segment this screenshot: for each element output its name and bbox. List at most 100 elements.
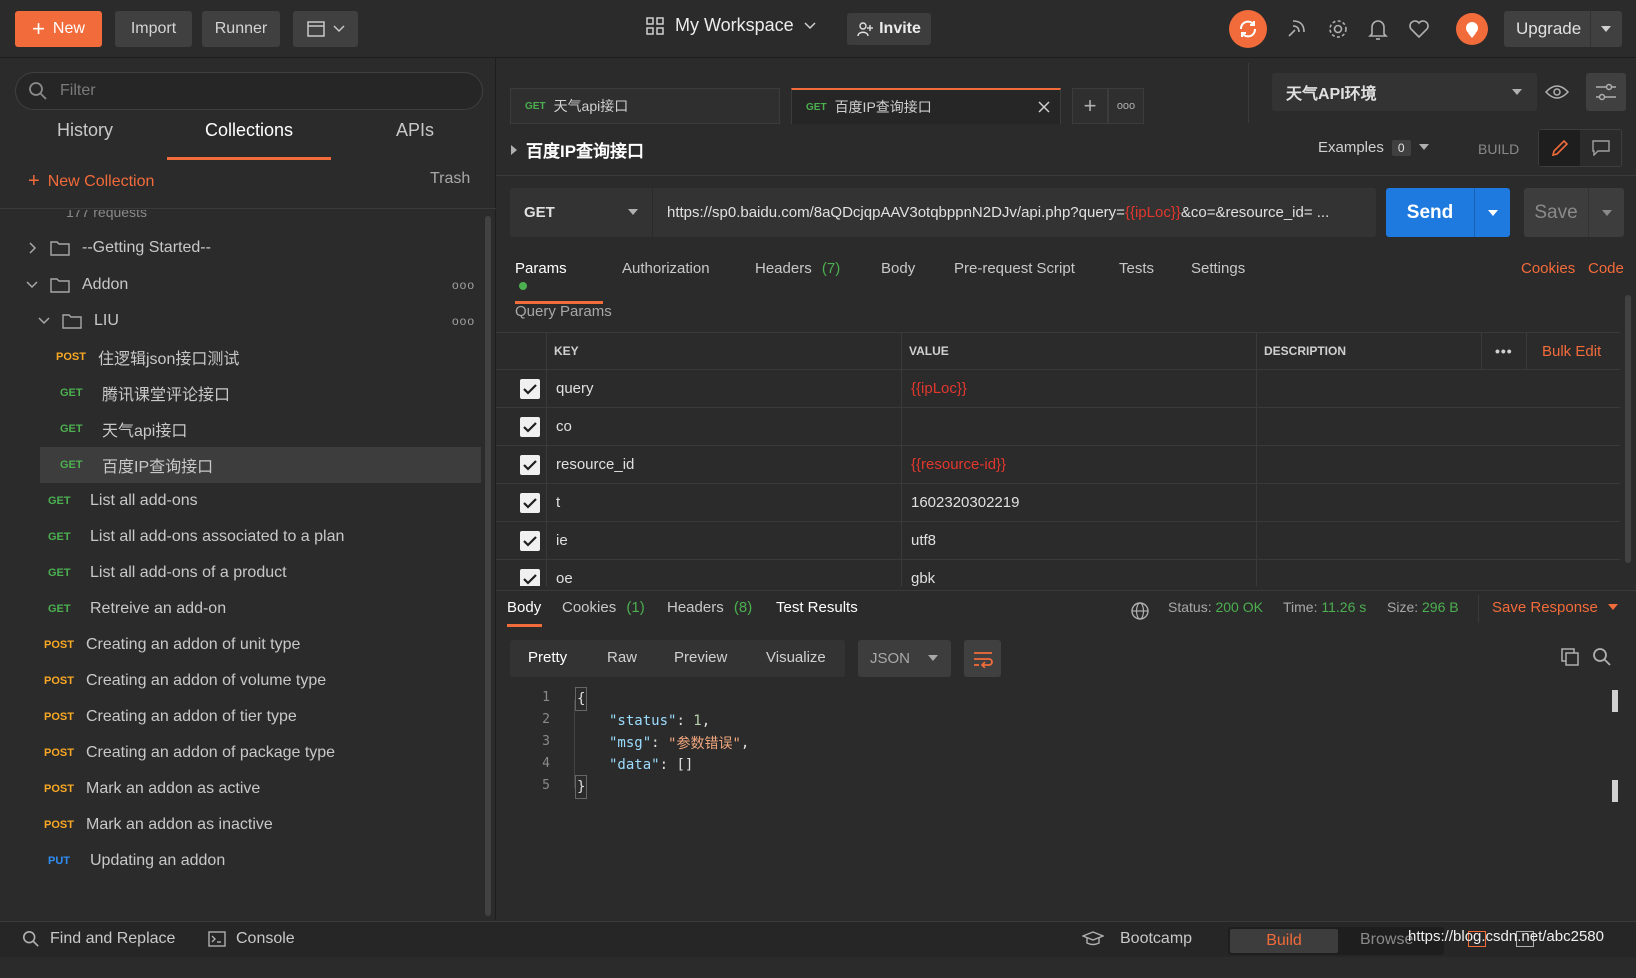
- format-visualize[interactable]: Visualize: [766, 649, 826, 666]
- send-button[interactable]: Send: [1386, 188, 1510, 237]
- method-select[interactable]: GET: [510, 188, 653, 237]
- param-key[interactable]: co: [556, 408, 572, 445]
- tab-authorization[interactable]: Authorization: [622, 260, 710, 277]
- save-button[interactable]: Save: [1524, 188, 1624, 237]
- tab-tests[interactable]: Tests: [1119, 260, 1154, 277]
- format-raw[interactable]: Raw: [607, 649, 637, 666]
- request-item[interactable]: POST Creating an addon of volume type: [0, 663, 482, 699]
- tab-response-body[interactable]: Body: [507, 599, 543, 627]
- upgrade-button[interactable]: Upgrade: [1504, 11, 1622, 47]
- workspace-switcher[interactable]: My Workspace: [645, 15, 816, 36]
- format-pretty[interactable]: Pretty: [528, 649, 567, 666]
- request-item[interactable]: POST Mark an addon as inactive: [0, 807, 482, 843]
- request-tab-active[interactable]: GET 百度IP查询接口: [791, 88, 1061, 124]
- interceptor-button[interactable]: [1284, 17, 1308, 41]
- tab-collections[interactable]: Collections: [167, 120, 331, 160]
- code-link[interactable]: Code: [1588, 260, 1624, 277]
- param-checkbox[interactable]: [520, 560, 540, 586]
- param-checkbox[interactable]: [520, 446, 540, 483]
- request-item[interactable]: POST Mark an addon as active: [0, 771, 482, 807]
- new-window-button[interactable]: [293, 11, 358, 47]
- request-item[interactable]: GET Retreive an add-on: [0, 591, 482, 627]
- filter-input[interactable]: Filter: [15, 72, 483, 110]
- param-key[interactable]: query: [556, 370, 594, 407]
- request-item[interactable]: GET List all add-ons: [0, 483, 482, 519]
- tab-apis[interactable]: APIs: [360, 120, 470, 160]
- more-icon[interactable]: ooo: [452, 278, 475, 292]
- wrap-lines-button[interactable]: [964, 640, 1001, 677]
- comments-button[interactable]: [1580, 130, 1621, 166]
- tab-options-button[interactable]: ooo: [1108, 88, 1144, 124]
- settings-button[interactable]: [1326, 17, 1350, 41]
- url-input[interactable]: https://sp0.baidu.com/8aQDcjqpAAV3otqbpp…: [653, 204, 1363, 221]
- cookies-link[interactable]: Cookies: [1521, 260, 1575, 277]
- request-tab[interactable]: GET 天气api接口: [510, 88, 780, 124]
- request-item[interactable]: GET 天气api接口: [0, 411, 482, 447]
- request-item[interactable]: POST Creating an addon of tier type: [0, 699, 482, 735]
- sidebar-scrollbar[interactable]: [485, 216, 491, 916]
- tab-body[interactable]: Body: [881, 260, 915, 277]
- examples-dropdown[interactable]: Examples 0: [1318, 139, 1429, 156]
- param-value[interactable]: gbk: [911, 560, 935, 586]
- favorites-button[interactable]: [1407, 17, 1431, 41]
- format-preview[interactable]: Preview: [674, 649, 727, 666]
- param-checkbox[interactable]: [520, 408, 540, 445]
- new-collection-button[interactable]: + New Collection: [28, 170, 154, 193]
- request-item[interactable]: GET 腾讯课堂评论接口: [0, 375, 482, 411]
- bulk-edit-link[interactable]: Bulk Edit: [1542, 333, 1601, 369]
- find-replace-button[interactable]: Find and Replace: [22, 930, 175, 948]
- tab-params[interactable]: Params: [515, 260, 603, 304]
- close-icon[interactable]: [1038, 101, 1050, 113]
- avatar[interactable]: [1456, 13, 1488, 45]
- trash-link[interactable]: Trash: [430, 170, 470, 188]
- tab-history[interactable]: History: [30, 120, 140, 160]
- request-item-selected[interactable]: GET 百度IP查询接口: [40, 447, 481, 483]
- param-checkbox[interactable]: [520, 522, 540, 559]
- invite-button[interactable]: Invite: [847, 13, 931, 45]
- browse-mode-button[interactable]: Browse: [1360, 931, 1413, 949]
- param-key[interactable]: oe: [556, 560, 573, 586]
- folder-getting-started[interactable]: --Getting Started--: [0, 230, 482, 266]
- build-mode-button[interactable]: Build: [1230, 929, 1338, 953]
- tab-settings[interactable]: Settings: [1191, 260, 1245, 277]
- param-key[interactable]: resource_id: [556, 446, 634, 483]
- request-item[interactable]: POST 住逻辑json接口测试: [0, 339, 482, 375]
- import-button[interactable]: Import: [115, 11, 192, 47]
- console-button[interactable]: Console: [208, 930, 295, 948]
- chevron-down-icon[interactable]: [1600, 25, 1612, 33]
- response-scrollbar[interactable]: [1612, 690, 1618, 712]
- manage-environments-button[interactable]: [1586, 73, 1626, 111]
- save-response-button[interactable]: Save Response: [1492, 599, 1618, 616]
- runner-button[interactable]: Runner: [202, 11, 280, 47]
- request-item[interactable]: POST Creating an addon of unit type: [0, 627, 482, 663]
- tab-test-results[interactable]: Test Results: [776, 599, 858, 616]
- environment-select[interactable]: 天气API环境: [1272, 73, 1537, 111]
- param-value[interactable]: 1602320302219: [911, 484, 1019, 521]
- folder-liu[interactable]: LIU ooo: [0, 303, 482, 339]
- request-item[interactable]: GET List all add-ons associated to a pla…: [0, 519, 482, 555]
- tab-response-headers[interactable]: Headers (8): [667, 599, 752, 616]
- more-icon[interactable]: ooo: [452, 314, 475, 328]
- globe-icon[interactable]: [1130, 601, 1150, 621]
- tab-headers[interactable]: Headers (7): [755, 260, 840, 277]
- edit-mode-button[interactable]: [1539, 130, 1580, 166]
- param-value[interactable]: {{resource-id}}: [911, 446, 1006, 483]
- request-title[interactable]: 百度IP查询接口: [510, 137, 644, 162]
- tab-response-cookies[interactable]: Cookies (1): [562, 599, 645, 616]
- param-key[interactable]: t: [556, 484, 560, 521]
- tab-prerequest-script[interactable]: Pre-request Script: [954, 260, 1075, 277]
- param-key[interactable]: ie: [556, 522, 568, 559]
- notifications-button[interactable]: [1366, 17, 1390, 41]
- request-item[interactable]: PUT Updating an addon: [0, 843, 482, 879]
- bootcamp-button[interactable]: Bootcamp: [1082, 930, 1192, 948]
- add-tab-button[interactable]: +: [1072, 88, 1108, 124]
- folder-addon[interactable]: Addon ooo: [0, 267, 482, 303]
- param-checkbox[interactable]: [520, 484, 540, 521]
- param-value[interactable]: utf8: [911, 522, 936, 559]
- chevron-down-icon[interactable]: [1601, 209, 1613, 217]
- language-select[interactable]: JSON: [858, 640, 951, 677]
- request-item[interactable]: POST Creating an addon of package type: [0, 735, 482, 771]
- params-scrollbar[interactable]: [1625, 295, 1631, 563]
- environment-quick-look-button[interactable]: [1537, 73, 1577, 111]
- chevron-down-icon[interactable]: [1487, 209, 1499, 217]
